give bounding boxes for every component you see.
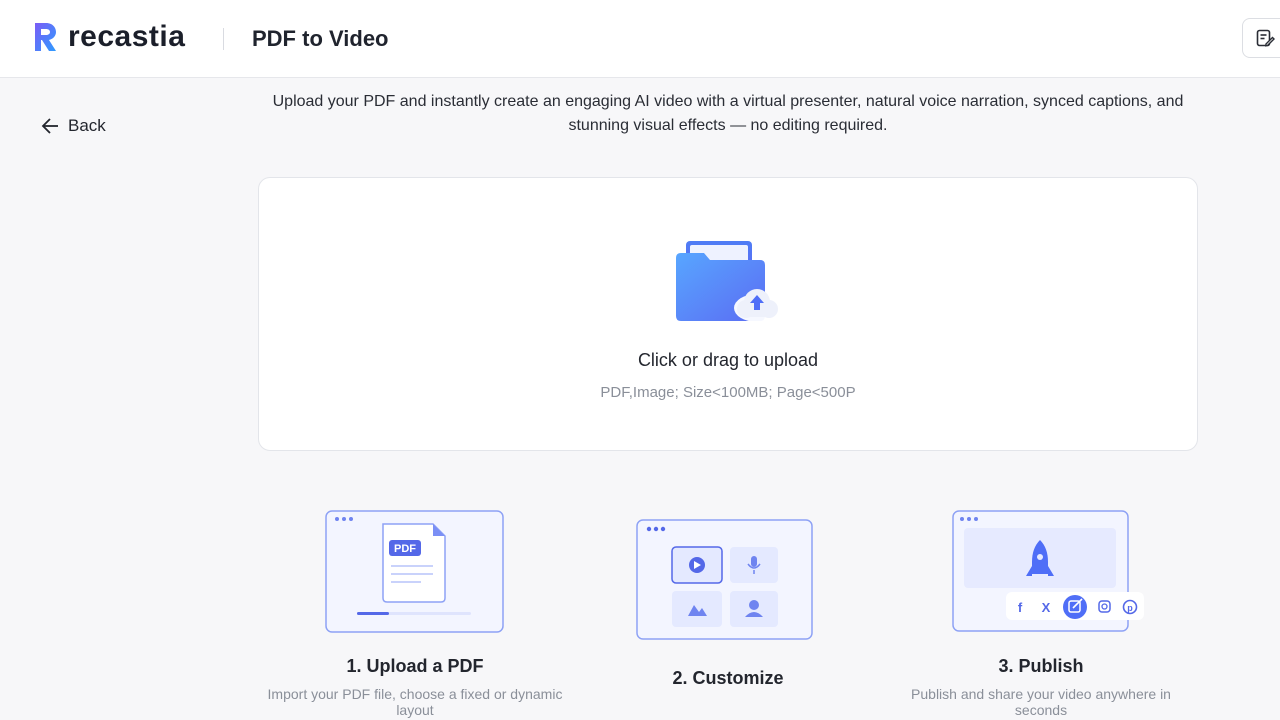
svg-text:f: f bbox=[1018, 600, 1023, 615]
recastia-logo[interactable]: recastia bbox=[32, 20, 185, 54]
step-publish-illustration: f X p bbox=[952, 510, 1144, 632]
step-1-label: 1. Upload a PDF bbox=[346, 656, 484, 676]
header-divider bbox=[223, 28, 224, 50]
folder-upload-icon bbox=[676, 241, 780, 322]
svg-text:X: X bbox=[1042, 600, 1051, 615]
intro-text: Upload your PDF and instantly create an … bbox=[272, 93, 1184, 134]
page-title: PDF to Video bbox=[252, 26, 389, 51]
logo-mark-icon bbox=[35, 23, 56, 51]
upload-dropzone[interactable]: Click or drag to upload PDF,Image; Size<… bbox=[258, 177, 1198, 451]
step-upload-illustration: PDF bbox=[325, 510, 504, 633]
arrow-left-icon bbox=[41, 118, 58, 134]
step-1-description: Import your PDF file, choose a fixed or … bbox=[267, 686, 563, 718]
pdf-badge-text: PDF bbox=[394, 543, 416, 555]
note-button[interactable] bbox=[1242, 18, 1280, 58]
back-label: Back bbox=[68, 116, 106, 135]
top-bar: recastia PDF to Video bbox=[0, 0, 1280, 78]
logo-text: recastia bbox=[68, 20, 186, 53]
edit-note-icon bbox=[1256, 29, 1275, 47]
step-3-description: Publish and share your video anywhere in… bbox=[911, 686, 1171, 718]
upload-hint: PDF,Image; Size<100MB; Page<500P bbox=[600, 384, 856, 401]
back-button[interactable]: Back bbox=[40, 116, 106, 136]
upload-title: Click or drag to upload bbox=[637, 350, 819, 370]
svg-text:p: p bbox=[1127, 603, 1133, 613]
step-2-label: 2. Customize bbox=[672, 668, 784, 688]
step-3-label: 3. Publish bbox=[998, 656, 1084, 676]
step-customize-illustration bbox=[636, 519, 813, 640]
